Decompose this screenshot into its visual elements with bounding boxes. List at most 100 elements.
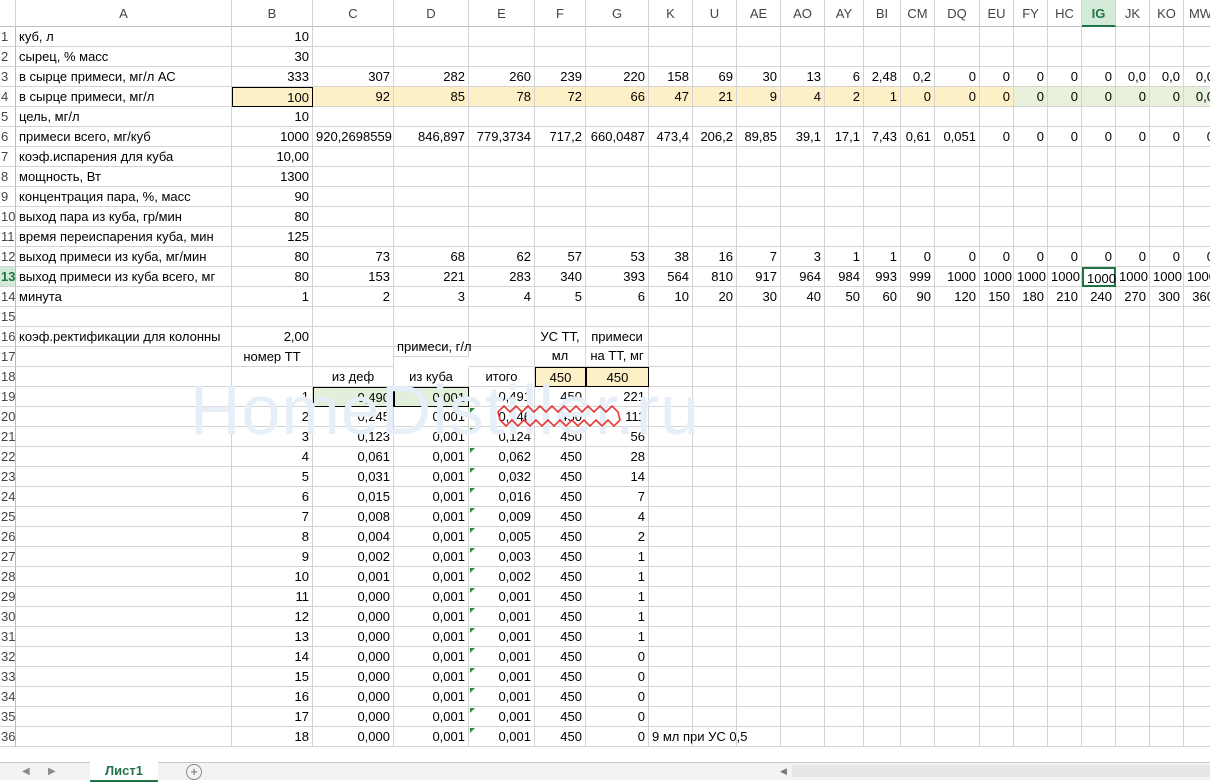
cell[interactable]: 1 — [586, 587, 649, 607]
cell[interactable] — [1150, 647, 1184, 667]
row-header[interactable]: 17 — [0, 347, 16, 367]
cell[interactable]: в сырце примеси, мг/л — [16, 87, 232, 107]
column-header[interactable]: DQ — [935, 0, 980, 27]
cell[interactable] — [980, 367, 1014, 387]
cell[interactable] — [1116, 547, 1150, 567]
cell[interactable] — [16, 687, 232, 707]
cell[interactable]: 0,002 — [469, 567, 535, 587]
cell[interactable]: 450 — [586, 367, 649, 387]
cell[interactable] — [737, 407, 781, 427]
cell[interactable]: 0,001 — [469, 727, 535, 747]
cell[interactable] — [980, 307, 1014, 327]
cell[interactable] — [1184, 507, 1210, 527]
cell[interactable] — [535, 187, 586, 207]
cell[interactable] — [1048, 347, 1082, 367]
cell[interactable]: 17,1 — [825, 127, 864, 147]
cell[interactable] — [1116, 527, 1150, 547]
column-header[interactable]: BI — [864, 0, 901, 27]
cell[interactable]: выход примеси из куба всего, мг — [16, 267, 232, 287]
cell[interactable] — [1048, 667, 1082, 687]
cell[interactable] — [693, 167, 737, 187]
cell[interactable]: 450 — [535, 447, 586, 467]
cell[interactable] — [649, 447, 693, 467]
cell[interactable] — [935, 207, 980, 227]
cell[interactable] — [1014, 507, 1048, 527]
column-header[interactable]: G — [586, 0, 649, 27]
cell[interactable] — [649, 507, 693, 527]
cell[interactable] — [693, 227, 737, 247]
cell[interactable]: цель, мг/л — [16, 107, 232, 127]
cell[interactable]: примеси на ТТ, мг — [586, 327, 649, 367]
row-header[interactable]: 11 — [0, 227, 16, 247]
column-header[interactable]: MW — [1184, 0, 1210, 27]
cell[interactable]: 13 — [781, 67, 825, 87]
cell[interactable] — [1048, 707, 1082, 727]
cell[interactable] — [693, 407, 737, 427]
cell[interactable] — [693, 327, 737, 347]
cell[interactable]: 564 — [649, 267, 693, 287]
cell[interactable] — [1014, 667, 1048, 687]
cell[interactable]: 0,001 — [394, 527, 469, 547]
cell[interactable] — [1184, 227, 1210, 247]
cell[interactable] — [781, 487, 825, 507]
cell[interactable] — [469, 107, 535, 127]
cell[interactable] — [980, 227, 1014, 247]
cell[interactable] — [781, 587, 825, 607]
cell[interactable] — [1184, 667, 1210, 687]
cell[interactable] — [781, 427, 825, 447]
cell[interactable] — [1082, 107, 1116, 127]
cell[interactable] — [935, 107, 980, 127]
cell[interactable] — [825, 527, 864, 547]
cell[interactable]: 333 — [232, 67, 313, 87]
cell[interactable]: примеси, г/л — [394, 337, 472, 357]
cell[interactable] — [781, 227, 825, 247]
cell[interactable] — [1116, 487, 1150, 507]
cell[interactable] — [1150, 327, 1184, 347]
cell[interactable] — [1014, 487, 1048, 507]
cell[interactable] — [781, 387, 825, 407]
cell[interactable]: 2 — [313, 287, 394, 307]
cell[interactable] — [980, 187, 1014, 207]
cell[interactable] — [1184, 207, 1210, 227]
cell[interactable] — [394, 47, 469, 67]
cell[interactable]: 16 — [232, 687, 313, 707]
cell[interactable]: 300 — [1150, 287, 1184, 307]
cell[interactable] — [586, 187, 649, 207]
cell[interactable] — [737, 47, 781, 67]
column-header[interactable]: AO — [781, 0, 825, 27]
next-sheet-arrow-icon[interactable]: ▶ — [48, 763, 56, 780]
cell[interactable] — [1116, 387, 1150, 407]
cell[interactable] — [864, 47, 901, 67]
select-all-corner[interactable] — [0, 0, 16, 27]
row-header[interactable]: 18 — [0, 367, 16, 387]
cell[interactable] — [1082, 167, 1116, 187]
cell[interactable] — [1014, 527, 1048, 547]
cell[interactable]: 4 — [232, 447, 313, 467]
cell[interactable]: 7,43 — [864, 127, 901, 147]
cell[interactable] — [1048, 427, 1082, 447]
cell[interactable]: 6 — [825, 67, 864, 87]
cell[interactable] — [535, 167, 586, 187]
column-header[interactable]: EU — [980, 0, 1014, 27]
cell[interactable]: 307 — [313, 67, 394, 87]
cell[interactable]: 450 — [535, 367, 586, 387]
cell[interactable] — [1048, 487, 1082, 507]
spreadsheet-grid[interactable]: ABCDEFGKUAEAOAYBICMDQEUFYHCIGJKKOMWPE1ку… — [0, 0, 1210, 765]
cell[interactable] — [1082, 647, 1116, 667]
cell[interactable] — [825, 447, 864, 467]
cell[interactable] — [1014, 147, 1048, 167]
cell[interactable] — [1184, 547, 1210, 567]
cell[interactable] — [469, 307, 535, 327]
cell[interactable] — [649, 567, 693, 587]
cell[interactable] — [1082, 727, 1116, 747]
cell[interactable] — [935, 487, 980, 507]
cell[interactable] — [980, 347, 1014, 367]
cell[interactable]: 18 — [232, 727, 313, 747]
cell[interactable] — [16, 387, 232, 407]
cell[interactable] — [394, 307, 469, 327]
cell[interactable]: 100 — [232, 87, 313, 107]
cell[interactable] — [1150, 587, 1184, 607]
cell[interactable]: номер ТТ — [232, 347, 313, 367]
cell[interactable]: 0 — [901, 87, 935, 107]
cell[interactable] — [16, 447, 232, 467]
